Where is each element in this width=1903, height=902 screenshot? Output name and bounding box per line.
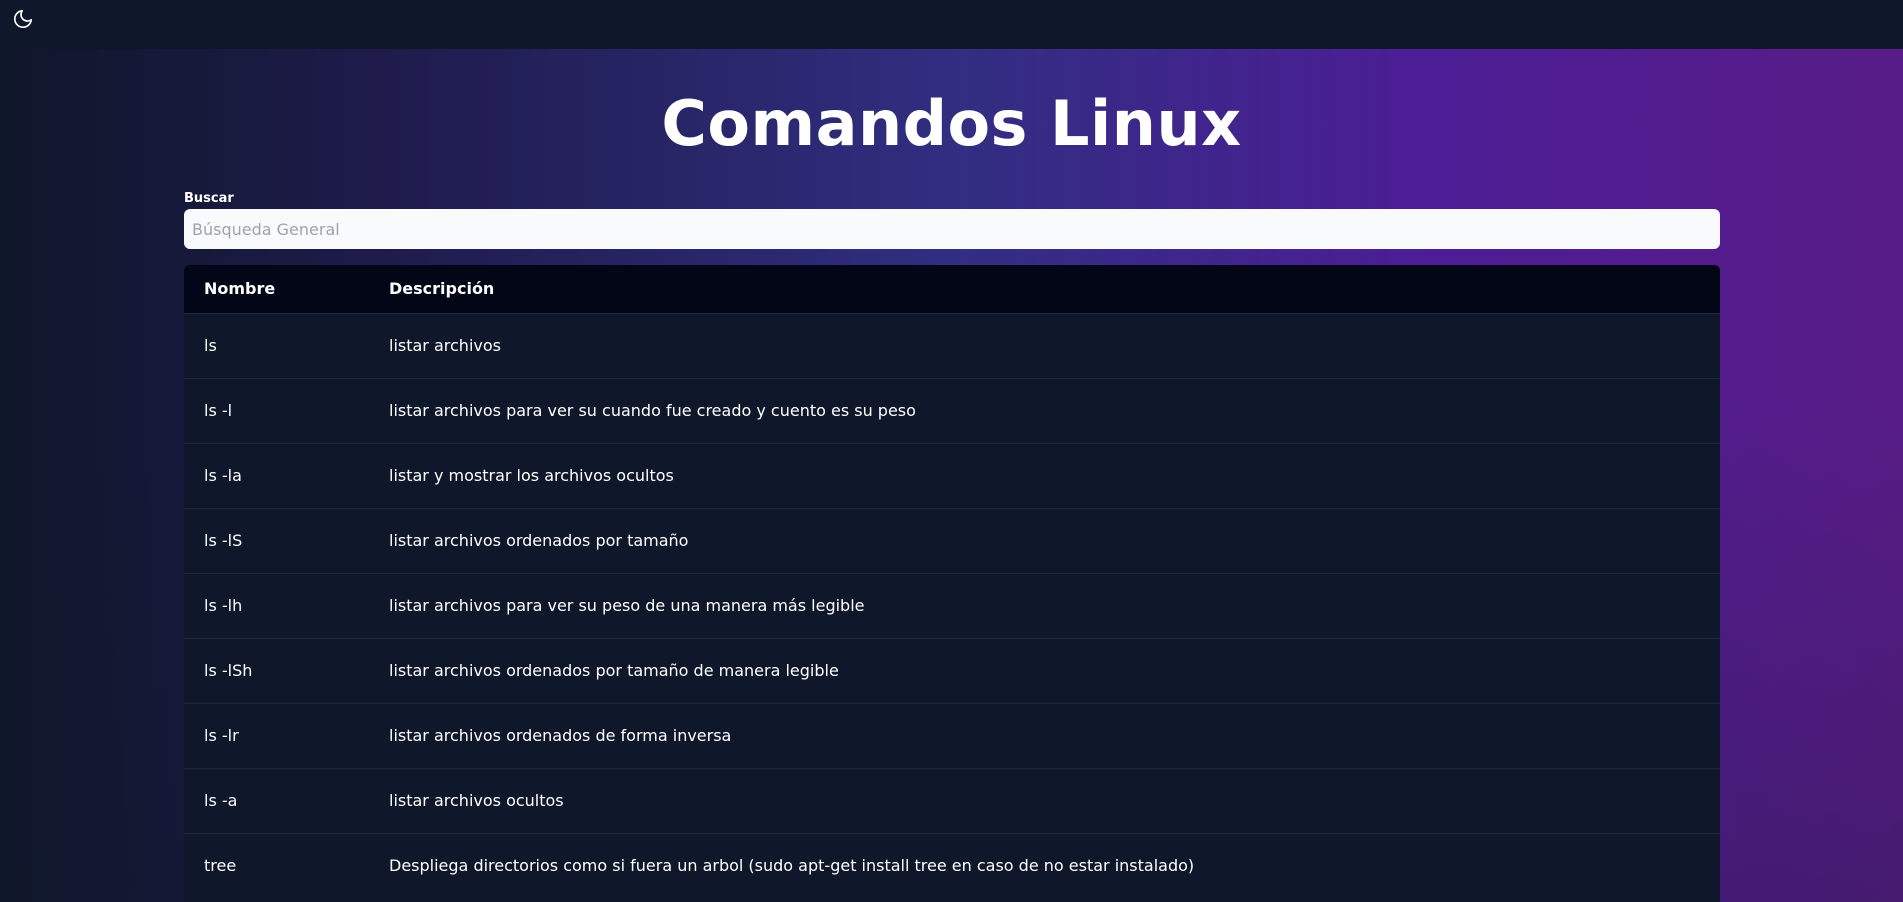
command-name: ls -lS (204, 531, 243, 550)
command-name: tree (204, 856, 237, 876)
command-name: ls -l (204, 401, 233, 420)
commands-table: Nombre Descripción ls listar archivos ls… (184, 265, 1720, 898)
command-name: ls -lh (204, 596, 243, 615)
table-row[interactable]: tree Despliega directorios como si fuera… (184, 833, 1720, 898)
command-description: listar archivos para ver su peso de una … (389, 596, 865, 615)
table-row[interactable]: ls -lh listar archivos para ver su peso … (184, 573, 1720, 638)
commands-table-container: Nombre Descripción ls listar archivos ls… (184, 265, 1720, 902)
table-header: Nombre Descripción (184, 265, 1720, 313)
command-description: listar archivos ordenados por tamaño de … (389, 661, 839, 680)
table-row[interactable]: ls -a listar archivos ocultos (184, 768, 1720, 833)
table-header-row: Nombre Descripción (184, 265, 1720, 313)
command-description: Despliega directorios como si fuera un a… (389, 856, 1195, 876)
command-description: listar archivos (389, 336, 501, 355)
command-name: ls -lSh (204, 661, 253, 680)
column-header-description[interactable]: Descripción (369, 265, 1720, 313)
command-name: ls -a (204, 791, 238, 810)
table-row[interactable]: ls -la listar y mostrar los archivos ocu… (184, 443, 1720, 508)
table-row[interactable]: ls -lS listar archivos ordenados por tam… (184, 508, 1720, 573)
top-bar (0, 0, 1903, 49)
table-row[interactable]: ls -l listar archivos para ver su cuando… (184, 378, 1720, 443)
table-row[interactable]: ls -lr listar archivos ordenados de form… (184, 703, 1720, 768)
moon-icon (13, 9, 33, 29)
table-body: ls listar archivos ls -l listar archivos… (184, 313, 1720, 898)
command-name: ls -lr (204, 726, 239, 745)
column-header-name[interactable]: Nombre (184, 265, 369, 313)
search-input[interactable] (184, 209, 1720, 249)
table-row[interactable]: ls -lSh listar archivos ordenados por ta… (184, 638, 1720, 703)
theme-toggle-button[interactable] (10, 6, 36, 32)
search-label: Buscar (184, 191, 234, 206)
command-description: listar archivos ocultos (389, 791, 564, 810)
command-description: listar archivos ordenados de forma inver… (389, 726, 732, 745)
table-row[interactable]: ls listar archivos (184, 313, 1720, 378)
command-name: ls -la (204, 466, 242, 485)
command-description: listar archivos ordenados por tamaño (389, 531, 689, 550)
command-name: ls (204, 336, 217, 355)
command-description: listar y mostrar los archivos ocultos (389, 466, 674, 485)
page-title: Comandos Linux (661, 87, 1242, 160)
command-description: listar archivos para ver su cuando fue c… (389, 401, 916, 420)
